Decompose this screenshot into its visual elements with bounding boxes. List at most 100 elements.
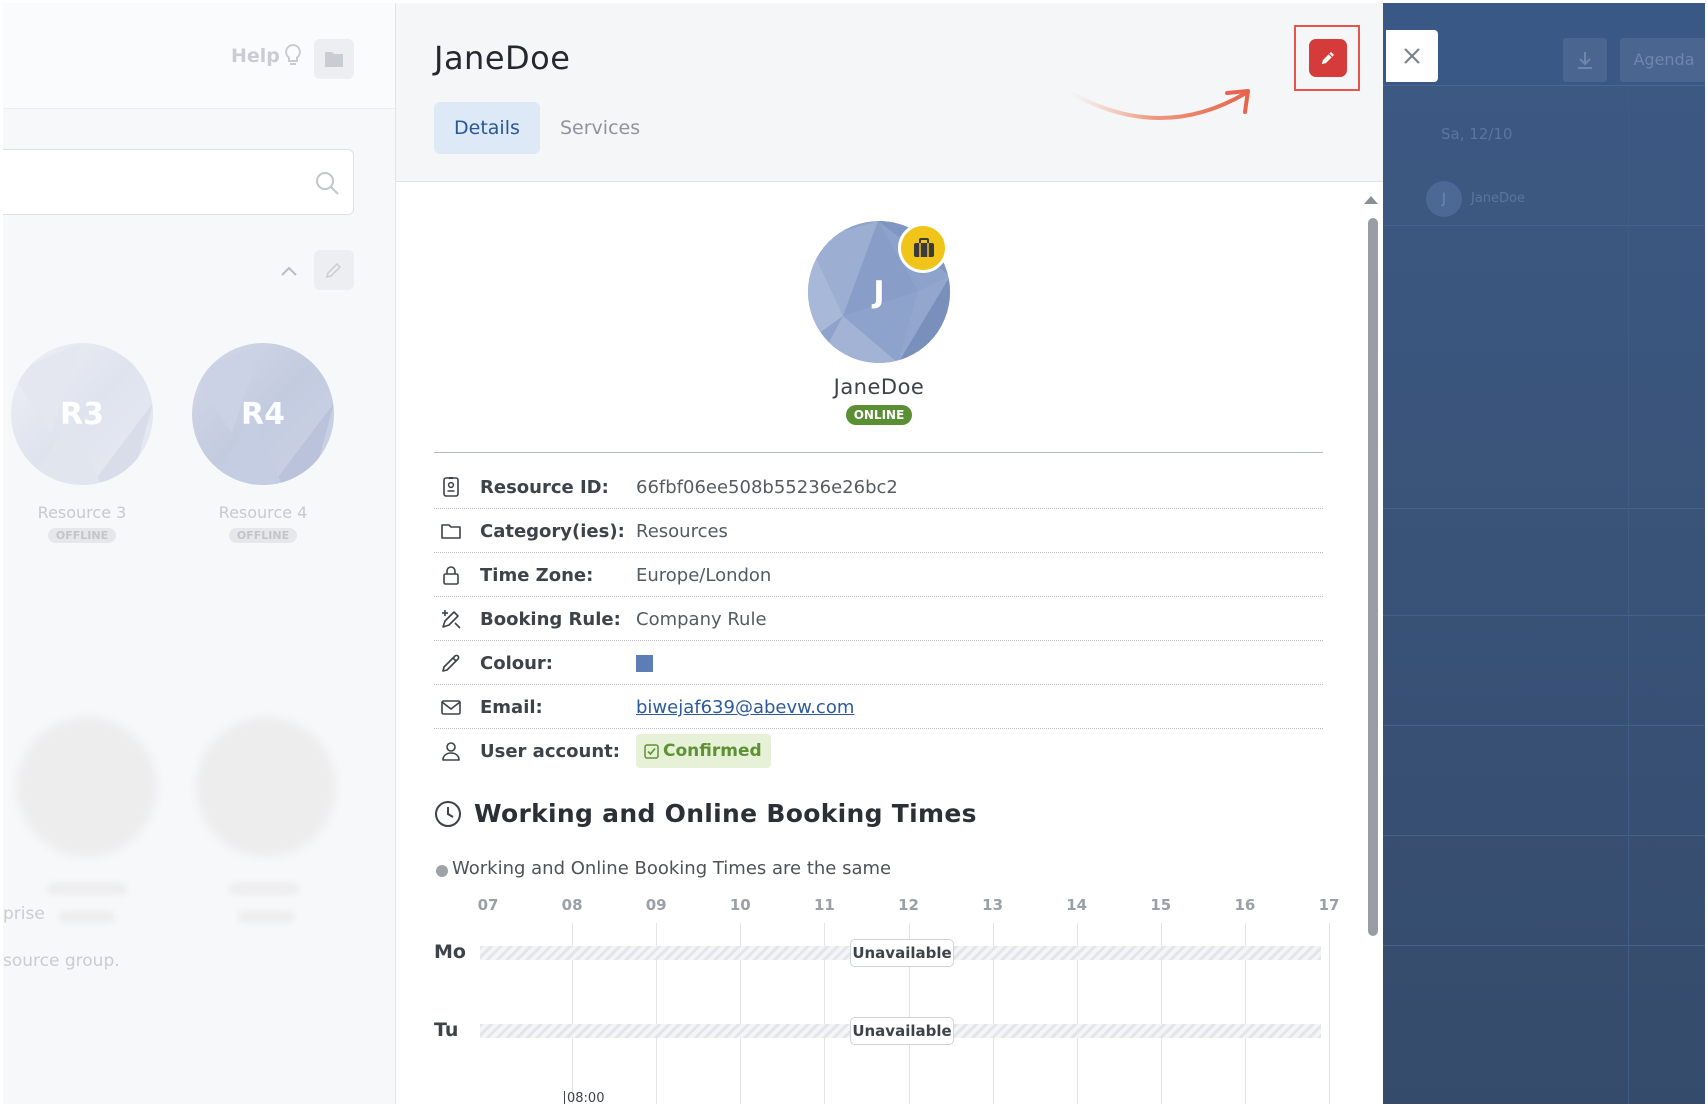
agenda-view-button[interactable]: Agenda [1620,38,1705,82]
hour-label: 15 [1150,896,1172,914]
email-link[interactable]: biwejaf639@abevw.com [636,697,854,718]
blurred-placeholder [229,883,299,895]
clock-icon [435,801,461,827]
resource-search-input[interactable] [3,149,354,215]
detail-row-user-account: User account: Confirmed [434,729,1323,773]
grid-line [1628,86,1629,1104]
calendar-date: Sa, 12/10 [1441,125,1513,143]
blurred-placeholder [238,911,294,923]
tab-services[interactable]: Services [540,102,660,154]
calendar-backdrop: Agenda Sa, 12/10 J JaneDoe [1383,3,1705,1104]
hour-label: 16 [1234,896,1256,914]
app-frame: Help R3 Resource 3 OFFLINE R4 Resource 4… [3,3,1705,1104]
booking-rule-icon [442,610,461,629]
lightbulb-icon [283,43,303,69]
day-label-tuesday: Tu [434,1019,459,1041]
resource-detail-modal: JaneDoe Details Services J JaneDoe ONLIN… [396,3,1383,1104]
grid-line [1383,225,1705,226]
status-badge: OFFLINE [47,528,117,543]
resource-id-value: 66fbf06ee508b55236e26bc2 [636,477,898,498]
pencil-icon [325,262,342,279]
detail-label: Time Zone: [480,565,594,586]
day-label-monday: Mo [434,941,466,963]
grid-line [1383,508,1705,509]
close-button[interactable] [1386,30,1438,82]
profile-name: JaneDoe [833,375,925,399]
grid-line [1383,945,1705,946]
time-zone-value: Europe/London [636,565,772,586]
scroll-up-arrow[interactable] [1364,196,1378,204]
hour-label: 08 [561,896,583,914]
resource-avatar: R4 [192,343,334,485]
fragment-text: prise [3,904,45,924]
user-account-status: Confirmed [663,741,762,761]
hour-label: 10 [729,896,751,914]
lock-icon [443,566,459,585]
detail-row-time-zone: Time Zone: Europe/London [434,553,1323,597]
detail-row-category: Category(ies): Resources [434,509,1323,553]
edit-resource-button[interactable] [1309,39,1347,77]
grid-line [1383,615,1705,616]
folder-button[interactable] [314,39,354,79]
folder-icon [441,524,461,539]
scrollbar-thumb[interactable] [1368,218,1378,936]
hour-label: 14 [1066,896,1088,914]
resource-name: Resource 3 [37,503,127,522]
check-square-icon [644,744,659,759]
working-times-note: Working and Online Booking Times are the… [452,858,892,879]
detail-row-colour: Colour: [434,641,1323,685]
resource-card[interactable]: R4 Resource 4 OFFLINE [188,343,338,543]
download-icon [1578,52,1592,69]
weekly-schedule: 07 08 09 10 11 12 13 14 15 16 17 Mo Unavailable Tu… [434,893,1339,1104]
booking-rule-value: Company Rule [636,609,767,630]
divider [434,452,1323,453]
resource-card[interactable]: R3 Resource 3 OFFLINE [7,343,157,543]
user-icon [442,742,460,761]
time-marker: 08:00 [564,1091,604,1104]
resource-initials: R4 [241,396,285,432]
id-badge-icon [443,477,459,497]
hour-label: 07 [477,896,499,914]
tab-details[interactable]: Details [434,102,540,154]
unavailable-tag: Unavailable [850,939,954,967]
envelope-icon [441,700,461,715]
category-value: Resources [636,521,728,542]
user-account-status-badge: Confirmed [636,734,771,768]
search-icon [316,172,339,195]
detail-label: Booking Rule: [480,609,621,630]
detail-label: Category(ies): [480,521,625,542]
unavailable-tag: Unavailable [850,1017,954,1045]
screenshot-stage: Help R3 Resource 3 OFFLINE R4 Resource 4… [0,0,1708,1107]
detail-row-email: Email: biwejaf639@abevw.com [434,685,1323,729]
close-icon [1404,48,1420,64]
hour-label: 13 [982,896,1004,914]
detail-row-resource-id: Resource ID: 66fbf06ee508b55236e26bc2 [434,465,1323,509]
colour-swatch [636,655,653,672]
eyedropper-icon [442,654,460,672]
chevron-up-icon[interactable] [280,265,298,277]
resource-avatar: R3 [11,343,153,485]
section-title: Working and Online Booking Times [474,799,977,828]
page-title: JaneDoe [434,39,571,77]
detail-label: Colour: [480,653,554,674]
briefcase-badge [898,223,948,273]
download-button[interactable] [1563,38,1607,82]
detail-label: Resource ID: [480,477,609,498]
hour-label: 11 [813,896,835,914]
help-link[interactable]: Help [231,45,280,67]
fragment-text: source group. [3,951,120,971]
modal-header: JaneDoe Details Services [396,3,1383,182]
hint-arrow-icon [1069,89,1250,120]
briefcase-icon [914,238,934,257]
hour-label: 09 [645,896,667,914]
resource-name: Resource 4 [218,503,308,522]
hour-label: 12 [898,896,919,914]
status-badge: ONLINE [846,405,912,425]
pencil-icon [1322,52,1334,64]
resource-initials: R3 [60,396,104,432]
detail-row-booking-rule: Booking Rule: Company Rule [434,597,1323,641]
hour-label: 17 [1318,896,1340,914]
detail-label: Email: [480,697,543,718]
legend-dot [436,865,448,877]
group-edit-button[interactable] [314,250,354,290]
